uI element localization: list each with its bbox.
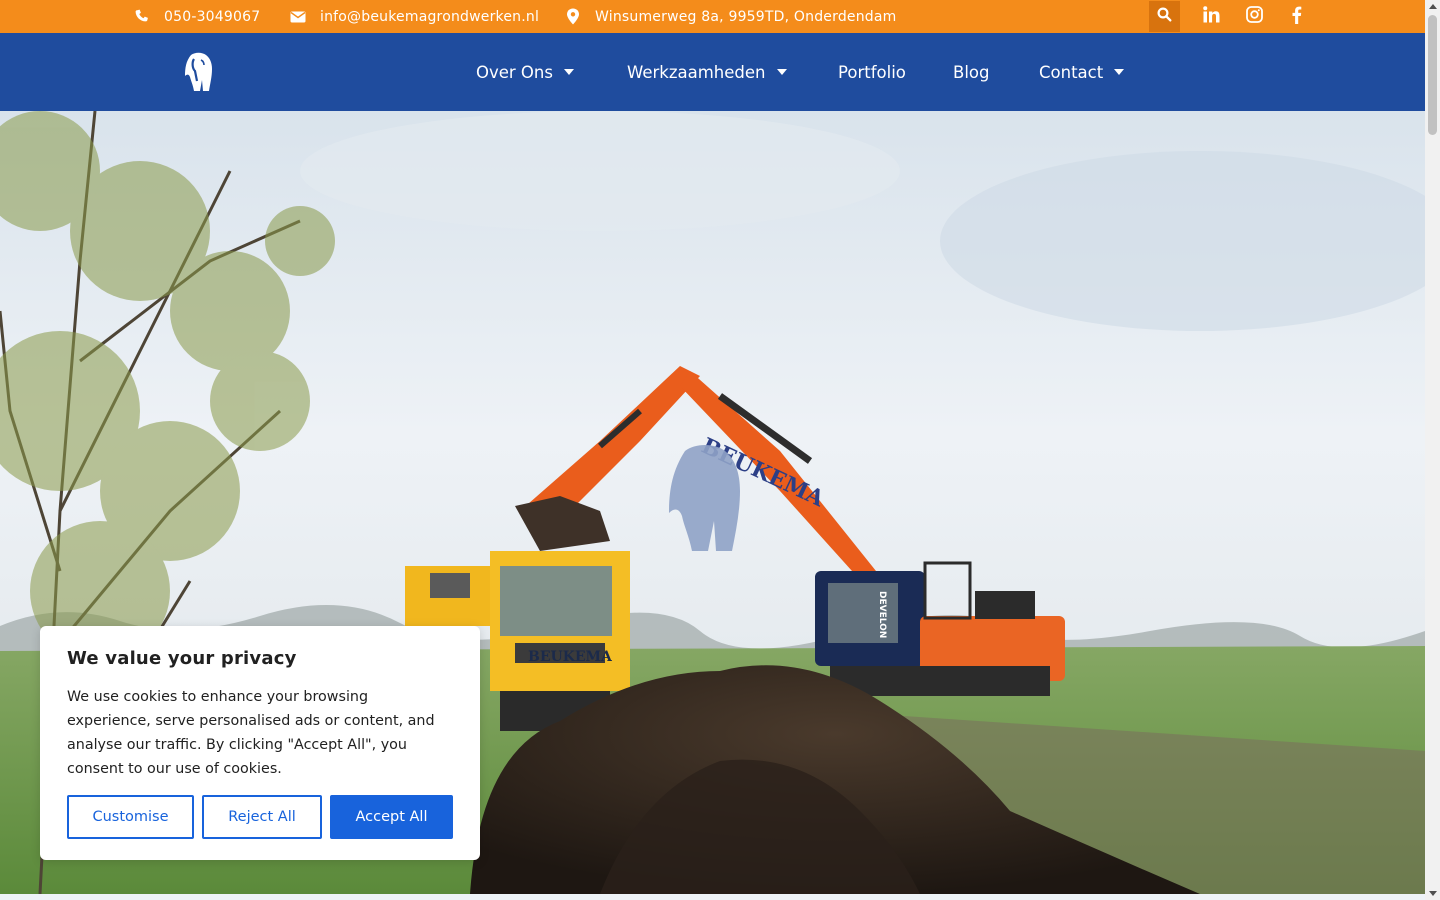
nav-label: Werkzaamheden	[627, 62, 766, 82]
top-contact-bar: 050-3049067 info@beukemagrondwerken.nl W…	[0, 0, 1425, 33]
cab-brand-text: DEVELON	[877, 591, 887, 638]
map-pin-icon	[564, 8, 582, 26]
nav-contact[interactable]: Contact	[1039, 33, 1125, 111]
caret-down-icon	[563, 69, 574, 75]
search-button[interactable]	[1149, 1, 1180, 32]
scroll-up-arrow-icon[interactable]	[1429, 4, 1437, 9]
instagram-link[interactable]	[1242, 0, 1266, 33]
caret-down-icon	[776, 69, 787, 75]
cookie-consent-banner: We value your privacy We use cookies to …	[40, 626, 480, 860]
reject-all-button[interactable]: Reject All	[202, 795, 322, 839]
phone-icon	[133, 8, 151, 26]
scroll-down-arrow-icon[interactable]	[1429, 891, 1437, 896]
cookie-buttons: Customise Reject All Accept All	[67, 795, 453, 839]
phone-number: 050-3049067	[164, 8, 261, 25]
nav-label: Portfolio	[838, 62, 906, 82]
truck-brand-text: BEUKEMA	[528, 649, 613, 665]
facebook-link[interactable]	[1284, 0, 1308, 33]
beukema-logo[interactable]	[181, 51, 215, 93]
accept-all-button[interactable]: Accept All	[330, 795, 453, 839]
nav-label: Contact	[1039, 62, 1104, 82]
envelope-icon	[289, 8, 307, 26]
nav-label: Blog	[953, 62, 990, 82]
email-contact[interactable]: info@beukemagrondwerken.nl	[289, 0, 539, 33]
nav-werkzaamheden[interactable]: Werkzaamheden	[627, 33, 787, 111]
phone-contact[interactable]: 050-3049067	[133, 0, 260, 33]
nav-portfolio[interactable]: Portfolio	[838, 33, 906, 111]
page-scrollbar[interactable]	[1425, 0, 1440, 900]
caret-down-icon	[1114, 69, 1125, 75]
facebook-icon	[1291, 6, 1302, 28]
street-address: Winsumerweg 8a, 9959TD, Onderdendam	[595, 8, 897, 25]
cookie-description: We use cookies to enhance your browsing …	[67, 689, 435, 777]
address-contact[interactable]: Winsumerweg 8a, 9959TD, Onderdendam	[564, 0, 897, 33]
main-navigation: Over Ons Werkzaamheden Portfolio Blog Co…	[0, 33, 1425, 111]
linkedin-icon	[1202, 6, 1220, 27]
page-bottom-edge	[0, 894, 1425, 900]
email-address: info@beukemagrondwerken.nl	[320, 8, 540, 25]
nav-blog[interactable]: Blog	[953, 33, 989, 111]
nav-over-ons[interactable]: Over Ons	[476, 33, 574, 111]
scroll-thumb[interactable]	[1428, 15, 1437, 135]
nav-label: Over Ons	[476, 62, 553, 82]
search-icon	[1157, 7, 1172, 26]
instagram-icon	[1245, 6, 1263, 27]
linkedin-link[interactable]	[1199, 0, 1223, 33]
cookie-title: We value your privacy	[67, 648, 297, 669]
customise-button[interactable]: Customise	[67, 795, 194, 839]
